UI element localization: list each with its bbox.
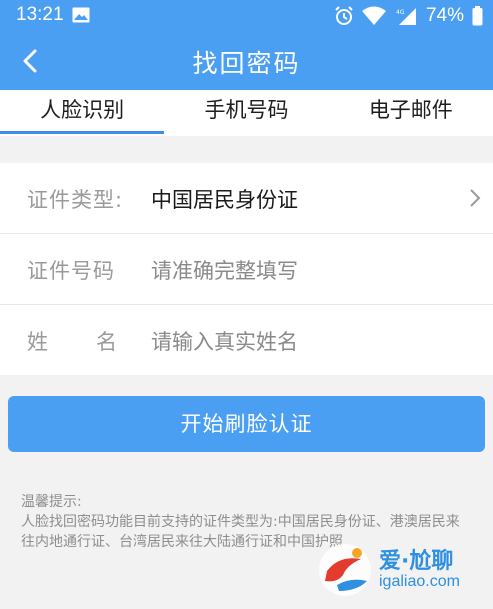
image-icon: [72, 7, 90, 23]
signal-icon: 4G: [396, 8, 416, 25]
id-type-label: 证件类型:: [27, 188, 124, 212]
wifi-icon: [361, 6, 386, 25]
recovery-form: 证件类型: 中国居民身份证 证件号码 请准确完整填写 姓 名 请输入真实姓名: [0, 163, 493, 375]
name-field[interactable]: 姓 名 请输入真实姓名: [0, 305, 493, 375]
name-label: 姓 名: [27, 326, 117, 356]
id-number-label: 证件号码: [27, 259, 115, 283]
id-type-select[interactable]: 证件类型: 中国居民身份证: [0, 163, 493, 234]
watermark-text-en: igaliao.com: [379, 573, 460, 590]
svg-text:4G: 4G: [396, 9, 405, 16]
tab-email[interactable]: 电子邮件: [329, 90, 493, 136]
chevron-right-icon: [470, 189, 481, 207]
watermark: 爱·尬聊 igaliao.com: [317, 541, 487, 599]
id-number-field[interactable]: 证件号码 请准确完整填写: [0, 234, 493, 305]
name-label-char-1: 姓: [27, 330, 48, 354]
battery-icon: [472, 6, 483, 26]
battery-percent: 74%: [425, 5, 464, 26]
status-bar: 13:21 4G 74%: [0, 0, 493, 32]
alarm-icon: [335, 6, 353, 25]
tab-face-recognition[interactable]: 人脸识别: [0, 90, 165, 136]
status-time: 13:21: [16, 4, 64, 25]
name-input[interactable]: 请输入真实姓名: [151, 326, 298, 356]
id-type-value: 中国居民身份证: [151, 188, 298, 212]
navigation-bar: 找回密码: [0, 32, 493, 90]
tab-phone-number[interactable]: 手机号码: [164, 90, 328, 136]
page-title: 找回密码: [192, 49, 301, 78]
tab-bar: 人脸识别 手机号码 电子邮件: [0, 90, 493, 136]
start-face-auth-button[interactable]: 开始刷脸认证: [8, 396, 485, 452]
tips-title: 温馨提示:: [21, 494, 82, 510]
watermark-text-cn: 爱·尬聊: [379, 549, 454, 574]
watermark-logo-icon: [319, 544, 371, 596]
id-number-input[interactable]: 请准确完整填写: [151, 255, 298, 285]
status-icons: 4G 74%: [334, 3, 483, 29]
name-label-char-2: 名: [96, 330, 117, 354]
